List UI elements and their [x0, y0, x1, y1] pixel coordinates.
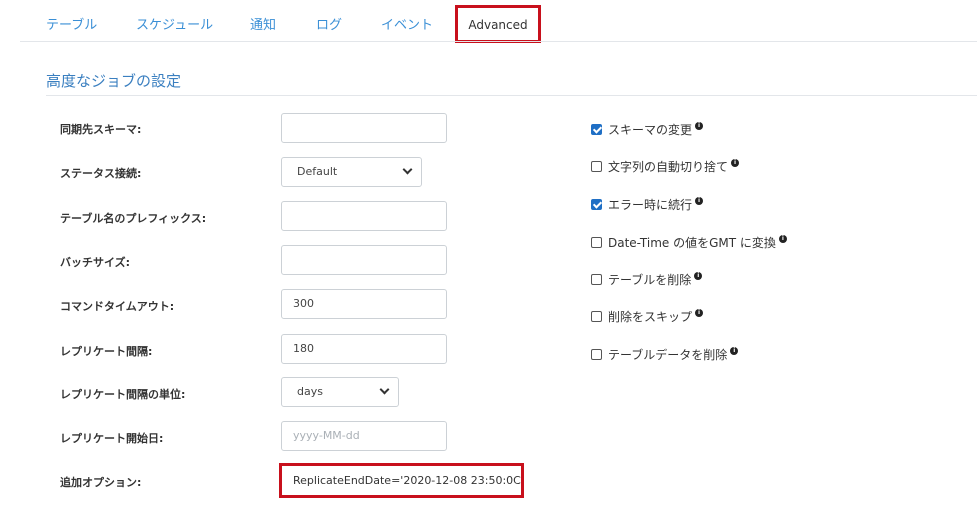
- checkbox-unchecked-icon[interactable]: [591, 237, 602, 248]
- checkbox-label: 削除をスキップ: [608, 310, 693, 324]
- batch-size-label: バッチサイズ:: [60, 256, 131, 269]
- command-timeout-input[interactable]: 300: [281, 289, 447, 319]
- tab-schedule[interactable]: スケジュール: [136, 14, 213, 33]
- checkbox-skip-delete[interactable]: 削除をスキップ i: [591, 308, 704, 325]
- info-icon: i: [695, 196, 704, 205]
- status-connection-value: Default: [297, 165, 338, 178]
- additional-options-input[interactable]: ReplicateEndDate='2020-12-08 23:50:0C: [282, 466, 521, 495]
- info-icon: i: [730, 346, 739, 355]
- checkbox-unchecked-icon[interactable]: [591, 274, 602, 285]
- info-icon: i: [695, 121, 704, 130]
- checkbox-unchecked-icon[interactable]: [591, 349, 602, 360]
- sync-schema-input[interactable]: [281, 113, 447, 143]
- replicate-interval-label: レプリケート間隔:: [60, 345, 153, 358]
- checkbox-truncate-strings[interactable]: 文字列の自動切り捨て i: [591, 158, 740, 175]
- replicate-interval-unit-select[interactable]: days: [281, 377, 399, 407]
- checkbox-label: スキーマの変更: [608, 123, 693, 137]
- info-icon: i: [778, 234, 787, 243]
- status-connection-label: ステータス接続:: [60, 167, 142, 180]
- replicate-start-date-label: レプリケート開始日:: [60, 432, 164, 445]
- checkbox-checked-icon[interactable]: [591, 199, 602, 210]
- checkbox-continue-on-error[interactable]: エラー時に続行 i: [591, 196, 704, 213]
- checkbox-label: テーブルデータを削除: [608, 348, 728, 362]
- tab-tables[interactable]: テーブル: [46, 14, 97, 33]
- section-divider: [46, 95, 977, 96]
- checkbox-label: Date-Time の値をGMT に変換: [608, 236, 776, 250]
- checkbox-drop-table[interactable]: テーブルを削除 i: [591, 271, 703, 288]
- checkbox-label: エラー時に続行: [608, 198, 693, 212]
- tab-events[interactable]: イベント: [381, 14, 433, 33]
- command-timeout-label: コマンドタイムアウト:: [60, 300, 175, 313]
- tab-bar: テーブル スケジュール 通知 ログ イベント Advanced: [0, 0, 977, 43]
- status-connection-select[interactable]: Default: [281, 157, 422, 187]
- table-prefix-input[interactable]: [281, 201, 447, 231]
- checkbox-label: テーブルを削除: [608, 273, 692, 287]
- replicate-interval-unit-label: レプリケート間隔の単位:: [60, 388, 186, 401]
- checkbox-label: 文字列の自動切り捨て: [608, 160, 729, 174]
- checkbox-unchecked-icon[interactable]: [591, 161, 602, 172]
- section-title: 高度なジョブの設定: [46, 72, 182, 90]
- batch-size-input[interactable]: [281, 245, 447, 275]
- additional-options-label: 追加オプション:: [60, 476, 142, 489]
- checkbox-checked-icon[interactable]: [591, 124, 602, 135]
- tab-logs[interactable]: ログ: [316, 14, 342, 33]
- info-icon: i: [694, 271, 703, 280]
- info-icon: i: [695, 308, 704, 317]
- replicate-start-date-input[interactable]: yyyy-MM-dd: [281, 421, 447, 451]
- tab-notifications[interactable]: 通知: [250, 14, 276, 33]
- tab-advanced-label: Advanced: [468, 18, 528, 32]
- replicate-interval-unit-value: days: [297, 385, 323, 398]
- checkbox-truncate-table[interactable]: テーブルデータを削除 i: [591, 346, 739, 363]
- sync-schema-label: 同期先スキーマ:: [60, 123, 142, 136]
- replicate-interval-input[interactable]: 180: [281, 334, 447, 364]
- table-prefix-label: テーブル名のプレフィックス:: [60, 212, 207, 225]
- checkbox-alter-schema[interactable]: スキーマの変更 i: [591, 121, 704, 138]
- tab-advanced[interactable]: Advanced: [455, 5, 541, 43]
- chevron-down-icon: [402, 164, 413, 175]
- info-icon: i: [731, 158, 740, 167]
- tabs-divider: [20, 41, 977, 42]
- checkbox-unchecked-icon[interactable]: [591, 311, 602, 322]
- chevron-down-icon: [379, 384, 390, 395]
- checkbox-convert-gmt[interactable]: Date-Time の値をGMT に変換 i: [591, 234, 787, 251]
